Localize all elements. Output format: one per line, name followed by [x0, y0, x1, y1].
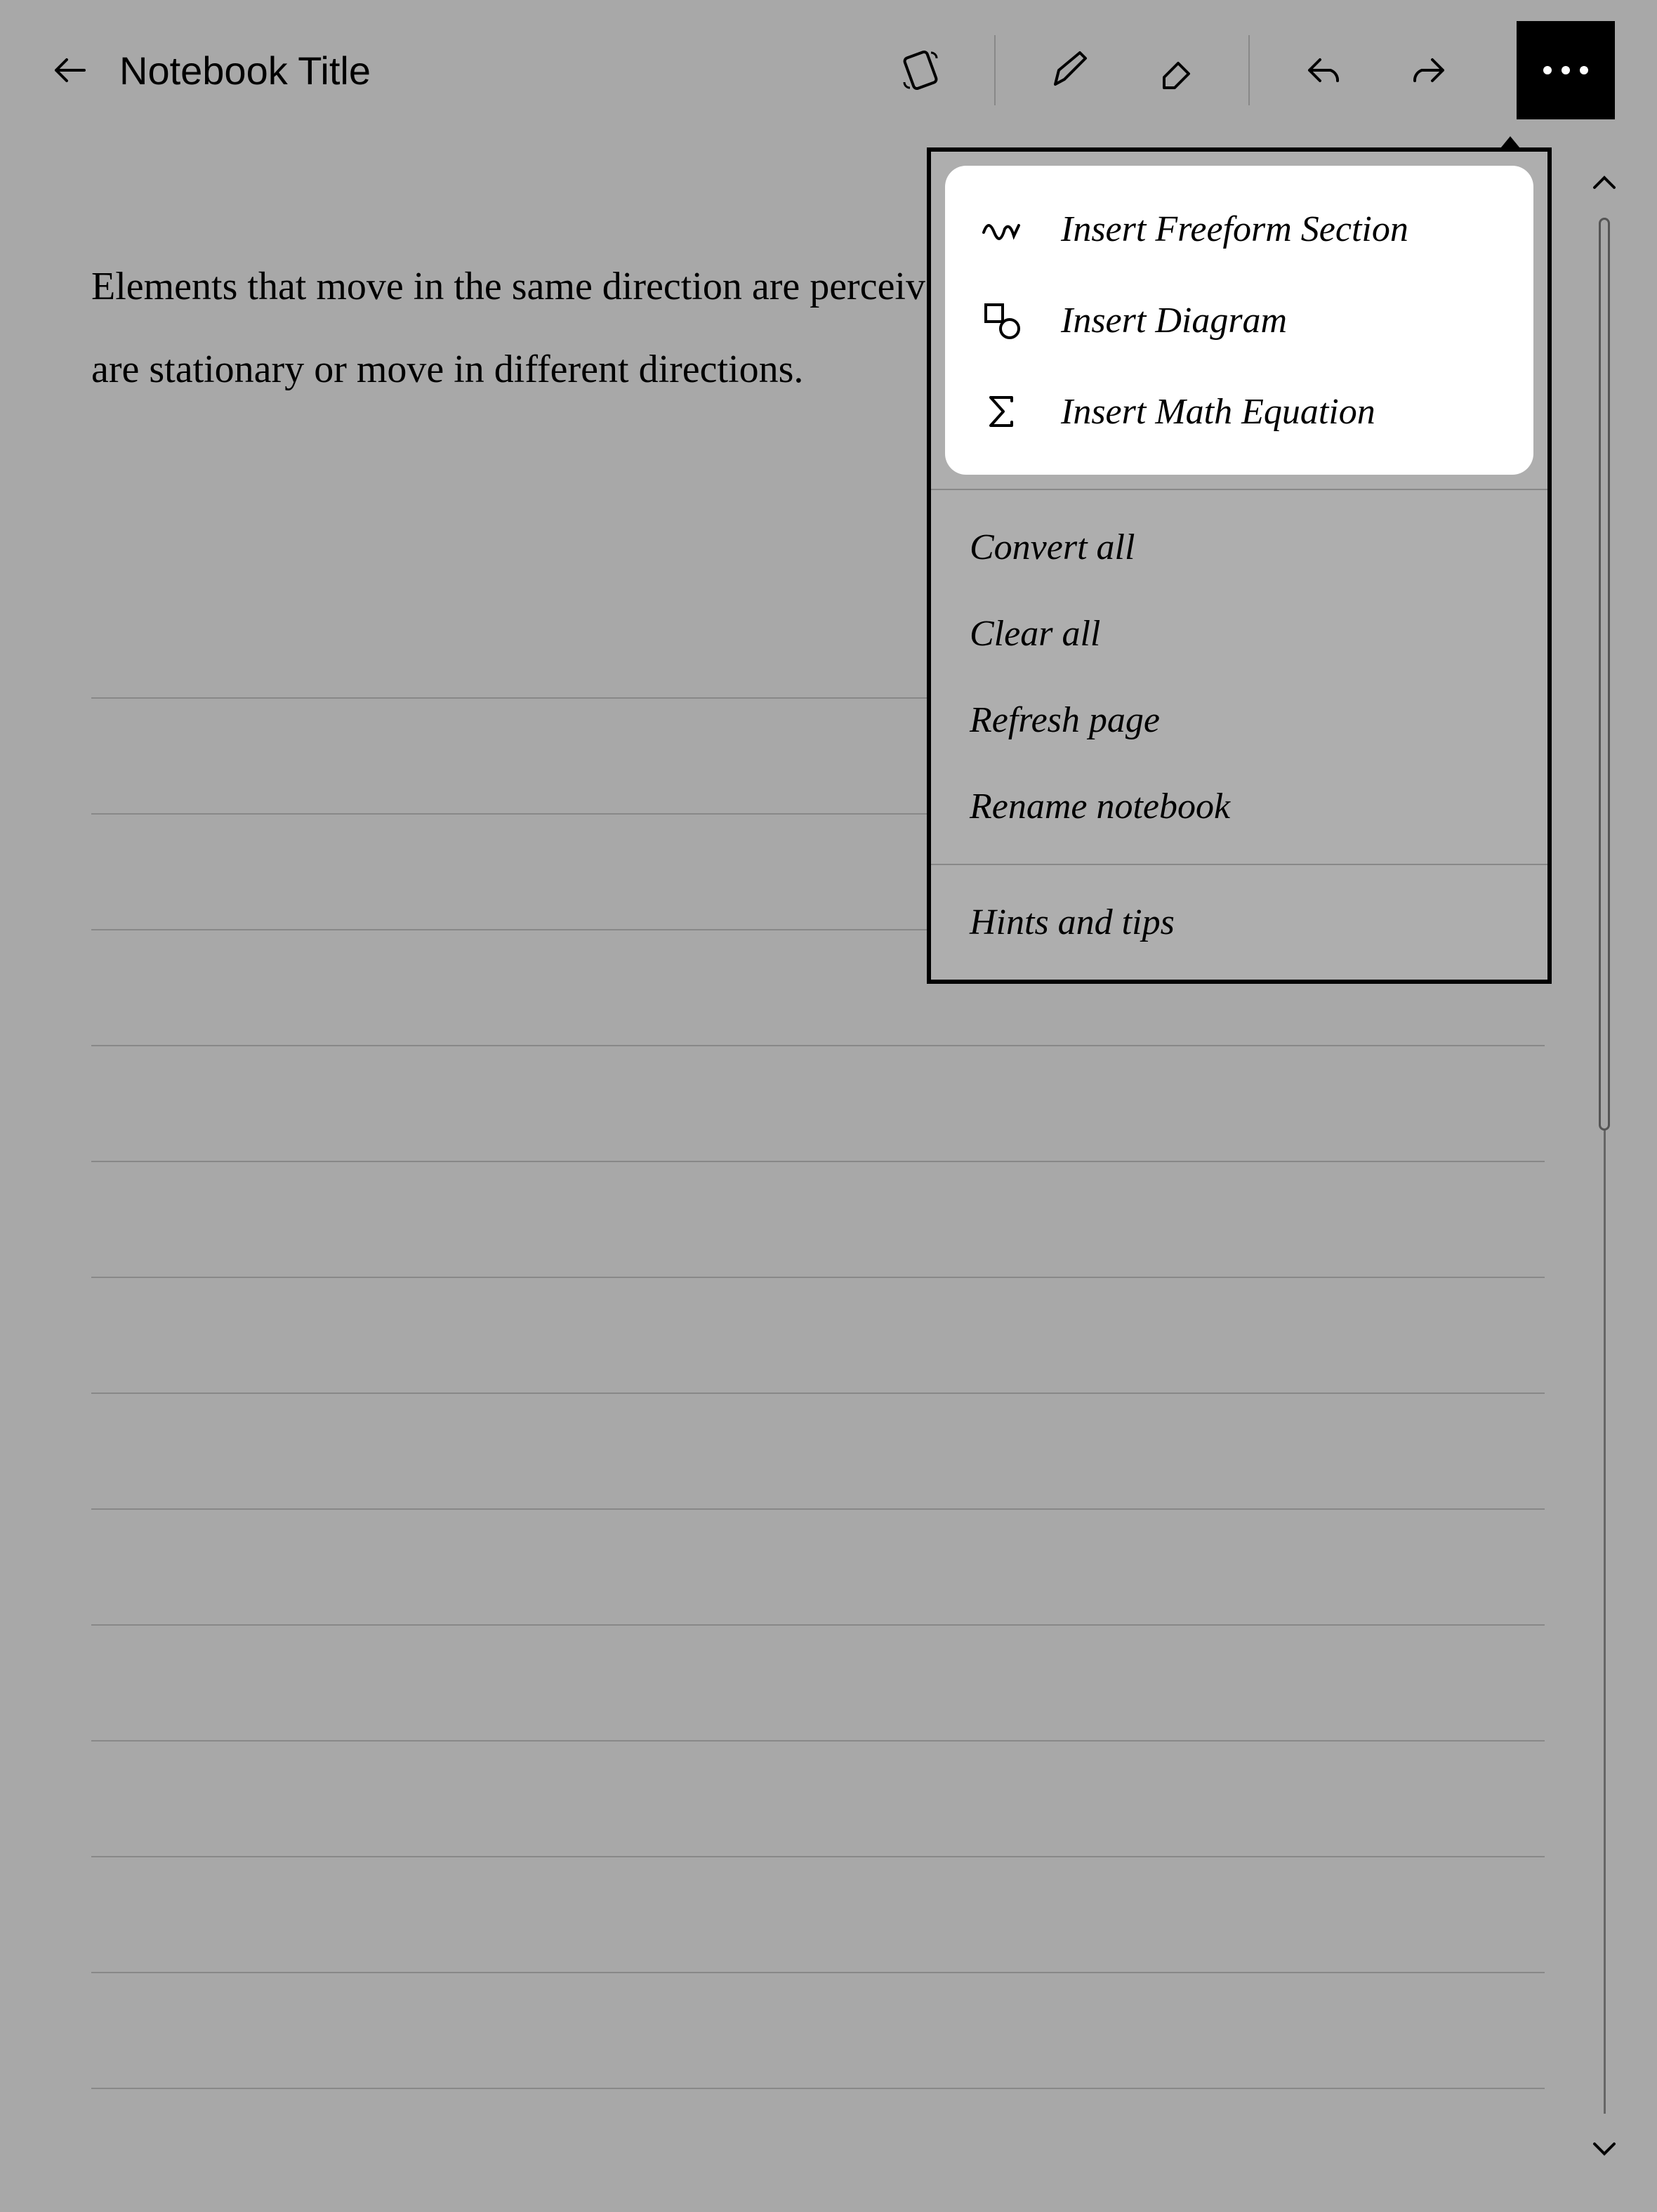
- scroll-down-button[interactable]: [1590, 2135, 1618, 2163]
- more-menu-button[interactable]: [1517, 21, 1615, 119]
- eraser-icon: [1150, 46, 1199, 95]
- sigma-icon: [977, 387, 1026, 436]
- dropdown-arrow: [1498, 136, 1523, 152]
- scroll-thumb[interactable]: [1599, 218, 1610, 1131]
- back-arrow-icon: [49, 49, 91, 91]
- pen-icon: [1045, 46, 1094, 95]
- insert-freeform-item[interactable]: Insert Freeform Section: [945, 183, 1533, 275]
- chevron-up-icon: [1592, 175, 1617, 190]
- menu-label: Insert Math Equation: [1061, 391, 1375, 433]
- clear-all-item[interactable]: Clear all: [931, 591, 1547, 677]
- help-section: Hints and tips: [931, 865, 1547, 980]
- menu-label: Rename notebook: [970, 786, 1230, 827]
- ruled-line: [91, 1278, 1545, 1394]
- ruled-line: [91, 1742, 1545, 1857]
- toolbar-divider: [1248, 35, 1250, 105]
- toolbar-divider: [994, 35, 996, 105]
- more-dropdown-menu: Insert Freeform Section Insert Diagram I…: [927, 147, 1552, 984]
- undo-icon: [1299, 46, 1348, 95]
- ruled-line: [91, 1046, 1545, 1162]
- ruled-line: [91, 1394, 1545, 1510]
- insert-math-item[interactable]: Insert Math Equation: [945, 366, 1533, 457]
- back-button[interactable]: [42, 42, 98, 98]
- scroll-track[interactable]: [1604, 218, 1606, 2114]
- menu-label: Insert Diagram: [1061, 300, 1287, 341]
- eraser-button[interactable]: [1143, 39, 1206, 102]
- menu-label: Convert all: [970, 527, 1135, 568]
- chevron-down-icon: [1592, 2141, 1617, 2157]
- diagram-icon: [977, 296, 1026, 345]
- hints-tips-item[interactable]: Hints and tips: [931, 879, 1547, 966]
- actions-section: Convert all Clear all Refresh page Renam…: [931, 490, 1547, 864]
- menu-label: Refresh page: [970, 699, 1160, 741]
- scrollbar[interactable]: [1587, 169, 1622, 2163]
- rename-notebook-item[interactable]: Rename notebook: [931, 763, 1547, 850]
- ruled-line: [91, 1973, 1545, 2089]
- insert-section: Insert Freeform Section Insert Diagram I…: [945, 166, 1533, 475]
- ruled-line: [91, 1162, 1545, 1278]
- more-dots-icon: [1543, 66, 1588, 74]
- ruled-line: [91, 1857, 1545, 1973]
- scroll-up-button[interactable]: [1590, 169, 1618, 197]
- menu-label: Clear all: [970, 613, 1100, 654]
- rotate-icon: [896, 46, 945, 95]
- tool-group: [889, 21, 1615, 119]
- menu-label: Insert Freeform Section: [1061, 209, 1408, 250]
- convert-all-item[interactable]: Convert all: [931, 504, 1547, 591]
- freeform-icon: [977, 204, 1026, 254]
- refresh-page-item[interactable]: Refresh page: [931, 677, 1547, 763]
- menu-label: Hints and tips: [970, 902, 1175, 943]
- toolbar: Notebook Title: [0, 0, 1657, 140]
- ruled-line: [91, 1626, 1545, 1742]
- insert-diagram-item[interactable]: Insert Diagram: [945, 275, 1533, 366]
- redo-icon: [1404, 46, 1453, 95]
- ruled-line: [91, 1510, 1545, 1626]
- pen-button[interactable]: [1038, 39, 1101, 102]
- redo-button[interactable]: [1397, 39, 1460, 102]
- rotate-button[interactable]: [889, 39, 952, 102]
- notebook-title[interactable]: Notebook Title: [119, 48, 371, 93]
- undo-button[interactable]: [1292, 39, 1355, 102]
